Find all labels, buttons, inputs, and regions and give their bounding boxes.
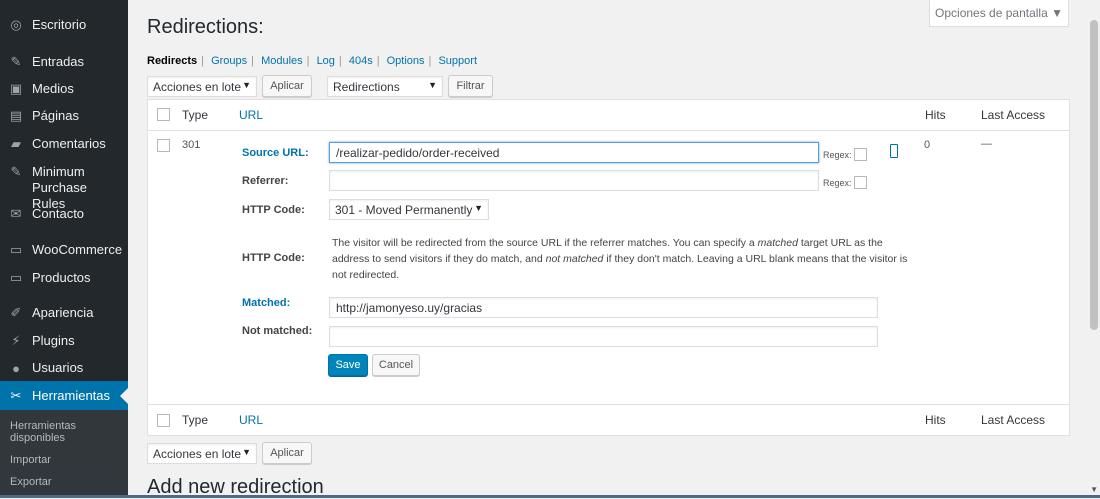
column-last-access-bottom: Last Access (981, 413, 1046, 427)
tools-submenu: Herramientas disponibles Importar Export… (0, 410, 128, 498)
bulk-actions-select-top[interactable]: Acciones en lote ▼ (147, 76, 257, 97)
menu-escritorio[interactable]: ◎ Escritorio (0, 17, 128, 33)
nav-redirects[interactable]: Redirects (147, 55, 197, 67)
main-content: Opciones de pantalla ▼ Redirections: Red… (128, 0, 1100, 498)
comments-icon: ▰ (11, 136, 21, 151)
http-code-label: HTTP Code: (242, 204, 305, 216)
row-last-access: — (981, 138, 992, 150)
source-url-input[interactable]: /realizar-pedido/order-received (329, 142, 819, 163)
submenu-exportar[interactable]: Exportar (10, 476, 52, 488)
row-hits: 0 (924, 139, 931, 151)
column-type-bottom: Type (182, 413, 209, 427)
matched-url-input[interactable]: http://jamonyeso.uy/gracias (329, 297, 878, 318)
submenu-herramientas-disponibles[interactable]: Herramientas disponibles (10, 420, 120, 444)
submenu-importar[interactable]: Importar (10, 454, 51, 466)
nav-modules[interactable]: Modules (261, 55, 303, 67)
save-button[interactable]: Save (328, 354, 368, 376)
menu-minimum-purchase-rules[interactable]: ✎ Minimum Purchase Rules (0, 164, 128, 212)
redirect-description: The visitor will be redirected from the … (332, 237, 908, 281)
nav-groups[interactable]: Groups (211, 55, 247, 67)
select-all-checkbox-bottom[interactable] (157, 414, 170, 427)
nav-404s[interactable]: 404s (349, 55, 373, 67)
page-title: Redirections: (147, 16, 264, 38)
referrer-regex-checkbox[interactable] (853, 176, 867, 189)
users-icon: ● (12, 360, 20, 376)
source-regex-checkbox[interactable] (853, 148, 867, 161)
dashboard-icon: ◎ (10, 17, 22, 32)
pin-icon: ✎ (10, 54, 22, 69)
not-matched-label: Not matched: (242, 325, 313, 337)
column-type: Type (182, 108, 209, 122)
pin-icon: ✎ (10, 164, 22, 179)
nav-support[interactable]: Support (438, 55, 477, 67)
plugins-icon: ⚡ (11, 333, 21, 348)
apply-button-bottom[interactable]: Aplicar (262, 442, 312, 464)
redirects-table: Type URL Hits Last Access 301 0 — Source… (147, 99, 1070, 436)
row-checkbox[interactable] (157, 139, 170, 152)
table-header: Type URL Hits Last Access (148, 100, 1069, 131)
active-arrow (120, 387, 128, 404)
menu-entradas[interactable]: ✎ Entradas (0, 54, 128, 70)
referrer-regex: Regex: (823, 176, 867, 189)
not-matched-url-input[interactable] (329, 326, 878, 347)
menu-plugins[interactable]: ⚡ Plugins (0, 333, 128, 349)
matched-label: Matched: (242, 297, 291, 309)
menu-paginas[interactable]: ▤ Páginas (0, 108, 128, 124)
table-footer: Type URL Hits Last Access (148, 404, 1069, 436)
chevron-down-icon: ▼ (428, 80, 437, 90)
group-filter-select[interactable]: Redirections ▼ (327, 76, 443, 97)
source-regex: Regex: (823, 148, 867, 161)
scrollbar-thumb[interactable] (1090, 20, 1098, 330)
column-hits-bottom: Hits (925, 413, 946, 427)
menu-apariencia[interactable]: ✐ Apariencia (0, 305, 128, 321)
media-icon: ▣ (9, 81, 23, 96)
http-code-label-2: HTTP Code: (242, 252, 305, 264)
http-code-select[interactable]: 301 - Moved Permanently ▼ (329, 199, 489, 220)
cancel-button[interactable]: Cancel (372, 354, 420, 376)
pages-icon: ▤ (9, 108, 23, 123)
products-icon: ▭ (9, 270, 23, 285)
menu-woocommerce[interactable]: ▭ WooCommerce (0, 242, 128, 258)
menu-medios[interactable]: ▣ Medios (0, 81, 128, 97)
menu-usuarios[interactable]: ● Usuarios (0, 360, 128, 376)
referrer-label: Referrer: (242, 175, 289, 187)
redirection-nav: Redirects | Groups | Modules | Log | 404s | O… (147, 55, 477, 67)
edit-icon[interactable] (890, 144, 898, 158)
menu-productos[interactable]: ▭ Productos (0, 270, 128, 286)
bulk-actions-select-bottom[interactable]: Acciones en lote ▼ (147, 443, 257, 464)
filter-button[interactable]: Filtrar (448, 75, 493, 97)
tools-icon: ✂ (10, 387, 22, 403)
menu-comentarios[interactable]: ▰ Comentarios (0, 136, 128, 152)
appearance-icon: ✐ (10, 305, 22, 320)
scroll-down-arrow-icon[interactable]: ▼ (1090, 485, 1098, 494)
nav-log[interactable]: Log (317, 55, 335, 67)
column-url-bottom[interactable]: URL (239, 405, 263, 435)
row-type: 301 (182, 139, 201, 151)
mail-icon: ✉ (10, 206, 22, 221)
screen-options-button[interactable]: Opciones de pantalla ▼ (929, 0, 1069, 27)
column-url[interactable]: URL (239, 100, 263, 130)
nav-options[interactable]: Options (387, 55, 425, 67)
select-all-checkbox[interactable] (157, 108, 170, 121)
source-url-label: Source URL: (242, 147, 309, 159)
apply-button-top[interactable]: Aplicar (262, 75, 312, 97)
referrer-input[interactable] (329, 170, 819, 191)
page-scrollbar[interactable]: ▼ (1088, 0, 1100, 498)
woocommerce-icon: ▭ (9, 242, 23, 257)
admin-sidebar: ◎ Escritorio ✎ Entradas ▣ Medios ▤ Páginas ▰… (0, 0, 128, 498)
menu-herramientas[interactable]: ✂ Herramientas (0, 381, 128, 410)
column-last-access: Last Access (981, 108, 1046, 122)
chevron-down-icon: ▼ (242, 80, 251, 90)
column-hits: Hits (925, 108, 946, 122)
menu-contacto[interactable]: ✉ Contacto (0, 206, 128, 222)
chevron-down-icon: ▼ (474, 203, 483, 213)
chevron-down-icon: ▼ (242, 447, 251, 457)
